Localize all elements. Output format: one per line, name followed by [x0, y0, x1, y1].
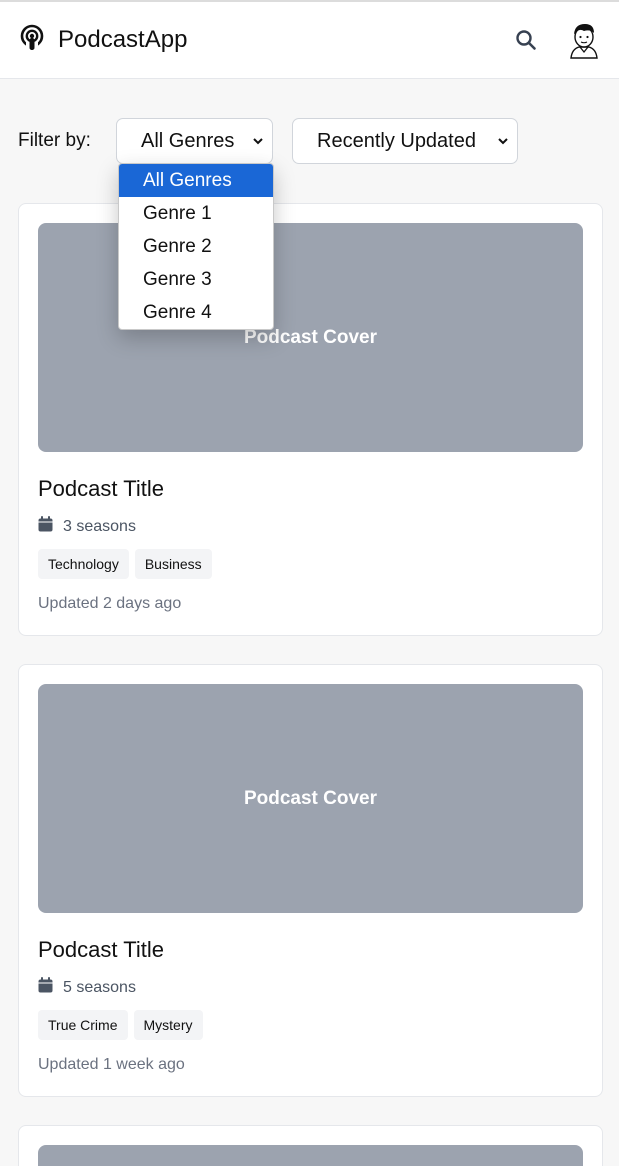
app-title: PodcastApp	[58, 26, 188, 53]
podcast-icon	[18, 24, 46, 57]
genre-option-2[interactable]: Genre 2	[119, 230, 273, 263]
podcast-title[interactable]: Podcast Title	[38, 937, 583, 963]
genre-option-3[interactable]: Genre 3	[119, 263, 273, 296]
seasons-count: 3 seasons	[63, 517, 136, 535]
genre-option-4[interactable]: Genre 4	[119, 296, 273, 329]
podcast-cover	[38, 1145, 583, 1166]
podcast-card[interactable]	[18, 1125, 603, 1166]
tag-list: Technology Business	[38, 549, 583, 579]
main-content: Filter by: All Genres Recently Updated P…	[0, 118, 619, 1166]
genre-dropdown-menu: All Genres Genre 1 Genre 2 Genre 3 Genre…	[118, 163, 274, 330]
sort-select-value: Recently Updated	[317, 129, 476, 152]
chevron-down-icon	[497, 130, 509, 153]
search-icon[interactable]	[513, 27, 539, 53]
genre-select[interactable]: All Genres	[116, 118, 273, 164]
calendar-icon	[38, 516, 53, 537]
podcast-cover: Podcast Cover	[38, 684, 583, 913]
updated-time: Updated 2 days ago	[38, 595, 182, 612]
genre-tag[interactable]: True Crime	[38, 1010, 128, 1040]
seasons-info: 3 seasons	[38, 516, 583, 537]
filter-label: Filter by:	[18, 130, 91, 151]
calendar-icon	[38, 977, 53, 998]
seasons-count: 5 seasons	[63, 978, 136, 996]
brand[interactable]: PodcastApp	[18, 24, 187, 57]
genre-tag[interactable]: Technology	[38, 549, 129, 579]
genre-tag[interactable]: Business	[134, 549, 212, 579]
genre-select-value: All Genres	[141, 129, 235, 152]
genre-tag[interactable]: Mystery	[133, 1010, 203, 1040]
seasons-info: 5 seasons	[38, 977, 583, 998]
sort-select[interactable]: Recently Updated	[292, 118, 518, 164]
filter-bar: Filter by: All Genres Recently Updated	[18, 118, 603, 164]
podcast-card[interactable]: Podcast Cover Podcast Title 3 seasons Te…	[18, 203, 603, 636]
tag-list: True Crime Mystery	[38, 1010, 583, 1040]
genre-option-1[interactable]: Genre 1	[119, 197, 273, 230]
updated-time: Updated 1 week ago	[38, 1056, 185, 1073]
podcast-list: Podcast Cover Podcast Title 3 seasons Te…	[18, 203, 603, 1166]
cover-label: Podcast Cover	[243, 787, 378, 809]
app-header: PodcastApp	[0, 2, 619, 79]
genre-option-all[interactable]: All Genres	[119, 164, 273, 197]
podcast-title[interactable]: Podcast Title	[38, 476, 583, 502]
avatar[interactable]	[567, 21, 601, 59]
chevron-down-icon	[252, 130, 264, 153]
podcast-card[interactable]: Podcast Cover Podcast Title 5 seasons Tr…	[18, 664, 603, 1097]
